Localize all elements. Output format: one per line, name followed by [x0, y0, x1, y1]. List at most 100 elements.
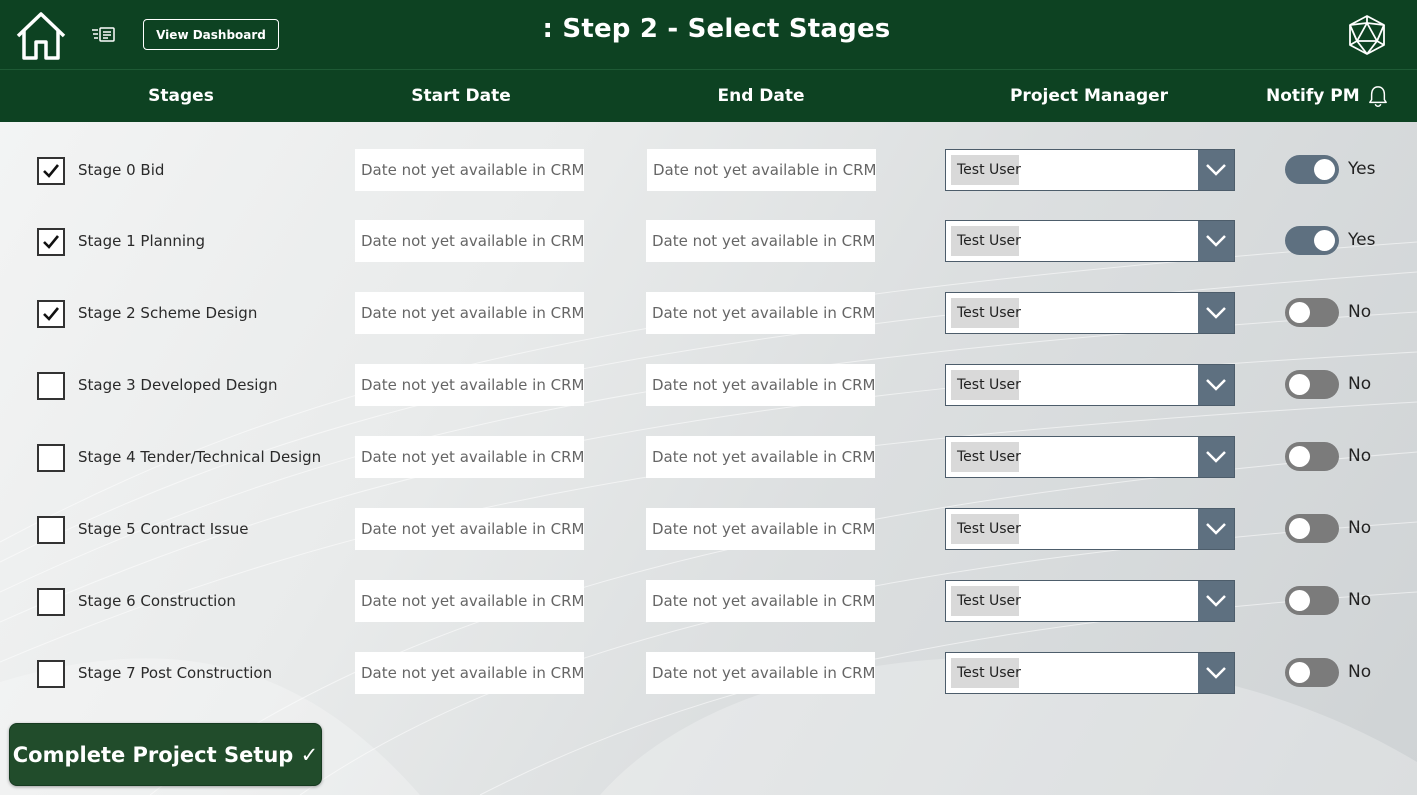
column-header-notify-pm: Notify PM [1266, 84, 1388, 108]
selected-user-chip: Test User [951, 514, 1021, 544]
end-date-field[interactable]: Date not yet available in CRM [646, 652, 875, 694]
dropdown-toggle[interactable] [1198, 150, 1234, 190]
stage-label: Stage 0 Bid [78, 161, 165, 179]
notify-pm-state: No [1348, 374, 1372, 394]
chevron-down-icon [1206, 164, 1226, 176]
dropdown-toggle[interactable] [1198, 365, 1234, 405]
toggle-knob [1314, 159, 1335, 180]
checkmark-icon [43, 307, 60, 321]
stage-row: Stage 2 Scheme Design Date not yet avail… [0, 292, 1417, 336]
selected-user-chip: Test User [951, 658, 1021, 688]
toggle-knob [1289, 518, 1310, 539]
selected-user-chip: Test User [951, 298, 1021, 328]
project-manager-dropdown[interactable]: Test User [945, 652, 1235, 694]
notify-pm-state: Yes [1348, 230, 1376, 250]
project-manager-dropdown[interactable]: Test User [945, 149, 1235, 191]
notify-pm-toggle[interactable] [1285, 442, 1339, 471]
dropdown-toggle[interactable] [1198, 293, 1234, 333]
toggle-knob [1289, 662, 1310, 683]
notify-pm-toggle[interactable] [1285, 658, 1339, 687]
project-manager-dropdown[interactable]: Test User [945, 292, 1235, 334]
stage-row: Stage 7 Post Construction Date not yet a… [0, 652, 1417, 696]
page-title: : Step 2 - Select Stages [542, 14, 891, 44]
stage-row: Stage 4 Tender/Technical Design Date not… [0, 436, 1417, 480]
notify-pm-toggle[interactable] [1285, 226, 1339, 255]
notify-pm-state: No [1348, 518, 1372, 538]
project-manager-dropdown[interactable]: Test User [945, 508, 1235, 550]
end-date-field[interactable]: Date not yet available in CRM [646, 580, 875, 622]
dropdown-toggle[interactable] [1198, 653, 1234, 693]
selected-user-chip: Test User [951, 370, 1021, 400]
stage-checkbox[interactable] [37, 300, 65, 328]
project-manager-dropdown[interactable]: Test User [945, 220, 1235, 262]
dropdown-toggle[interactable] [1198, 581, 1234, 621]
stage-checkbox[interactable] [37, 228, 65, 256]
start-date-field[interactable]: Date not yet available in CRM [355, 508, 584, 550]
stage-checkbox[interactable] [37, 588, 65, 616]
complete-project-setup-button[interactable]: Complete Project Setup ✓ [9, 723, 322, 786]
notify-pm-state: No [1348, 446, 1372, 466]
project-manager-dropdown[interactable]: Test User [945, 364, 1235, 406]
chevron-down-icon [1206, 595, 1226, 607]
chevron-down-icon [1206, 523, 1226, 535]
stage-row: Stage 0 Bid Date not yet available in CR… [0, 149, 1417, 193]
end-date-field[interactable]: Date not yet available in CRM [646, 292, 875, 334]
notify-pm-state: No [1348, 662, 1372, 682]
start-date-field[interactable]: Date not yet available in CRM [355, 652, 584, 694]
notify-pm-toggle[interactable] [1285, 586, 1339, 615]
selected-user-chip: Test User [951, 586, 1021, 616]
toggle-knob [1289, 302, 1310, 323]
stage-label: Stage 7 Post Construction [78, 664, 273, 682]
notify-pm-toggle[interactable] [1285, 298, 1339, 327]
toggle-knob [1289, 446, 1310, 467]
column-header-start-date: Start Date [411, 86, 511, 106]
dropdown-toggle[interactable] [1198, 437, 1234, 477]
stage-checkbox[interactable] [37, 444, 65, 472]
column-header-stages: Stages [148, 86, 214, 106]
chevron-down-icon [1206, 307, 1226, 319]
stage-label: Stage 2 Scheme Design [78, 304, 258, 322]
notify-pm-state: Yes [1348, 159, 1376, 179]
notify-pm-state: No [1348, 590, 1372, 610]
project-manager-dropdown[interactable]: Test User [945, 436, 1235, 478]
dropdown-toggle[interactable] [1198, 509, 1234, 549]
end-date-field[interactable]: Date not yet available in CRM [646, 220, 875, 262]
start-date-field[interactable]: Date not yet available in CRM [355, 220, 584, 262]
start-date-field[interactable]: Date not yet available in CRM [355, 580, 584, 622]
project-manager-dropdown[interactable]: Test User [945, 580, 1235, 622]
checkmark-icon [43, 235, 60, 249]
polyhedron-logo-icon [1346, 14, 1388, 56]
end-date-field[interactable]: Date not yet available in CRM [646, 508, 875, 550]
stage-label: Stage 6 Construction [78, 592, 236, 610]
notify-pm-toggle[interactable] [1285, 155, 1339, 184]
toggle-knob [1314, 230, 1335, 251]
end-date-field[interactable]: Date not yet available in CRM [646, 364, 875, 406]
selected-user-chip: Test User [951, 226, 1021, 256]
toggle-knob [1289, 374, 1310, 395]
end-date-field[interactable]: Date not yet available in CRM [646, 436, 875, 478]
stage-checkbox[interactable] [37, 157, 65, 185]
selected-user-chip: Test User [951, 155, 1021, 185]
dropdown-toggle[interactable] [1198, 221, 1234, 261]
chevron-down-icon [1206, 379, 1226, 391]
stage-row: Stage 1 Planning Date not yet available … [0, 220, 1417, 264]
column-header-end-date: End Date [717, 86, 805, 106]
column-header-bar: Stages Start Date End Date Project Manag… [0, 70, 1417, 122]
notify-pm-toggle[interactable] [1285, 370, 1339, 399]
start-date-field[interactable]: Date not yet available in CRM [355, 292, 584, 334]
notify-pm-toggle[interactable] [1285, 514, 1339, 543]
stage-checkbox[interactable] [37, 516, 65, 544]
chevron-down-icon [1206, 451, 1226, 463]
stage-row: Stage 5 Contract Issue Date not yet avai… [0, 508, 1417, 552]
stage-label: Stage 3 Developed Design [78, 376, 278, 394]
top-bar: View Dashboard : Step 2 - Select Stages [0, 0, 1417, 70]
start-date-field[interactable]: Date not yet available in CRM [355, 436, 584, 478]
end-date-field[interactable]: Date not yet available in CRM [647, 149, 876, 191]
stage-label: Stage 5 Contract Issue [78, 520, 249, 538]
stage-row: Stage 6 Construction Date not yet availa… [0, 580, 1417, 624]
toggle-knob [1289, 590, 1310, 611]
start-date-field[interactable]: Date not yet available in CRM [355, 149, 584, 191]
stage-checkbox[interactable] [37, 660, 65, 688]
start-date-field[interactable]: Date not yet available in CRM [355, 364, 584, 406]
stage-checkbox[interactable] [37, 372, 65, 400]
